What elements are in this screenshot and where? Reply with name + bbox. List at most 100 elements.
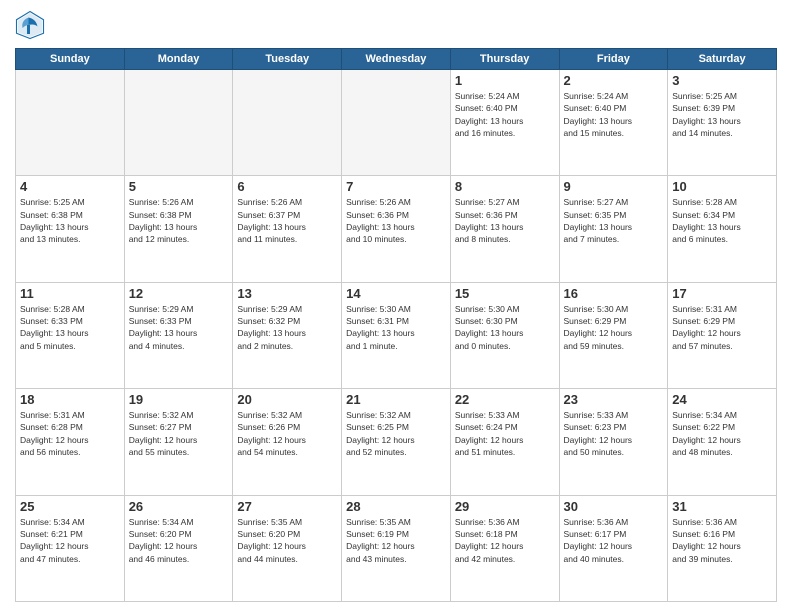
day-number: 12 bbox=[129, 286, 229, 301]
calendar-cell: 27 Sunrise: 5:35 AM Sunset: 6:20 PM Dayli… bbox=[233, 495, 342, 601]
day-info: Sunrise: 5:25 AM Sunset: 6:38 PM Dayligh… bbox=[20, 196, 120, 245]
day-header-thursday: Thursday bbox=[450, 49, 559, 70]
calendar-cell: 18 Sunrise: 5:31 AM Sunset: 6:28 PM Dayli… bbox=[16, 389, 125, 495]
header bbox=[15, 10, 777, 40]
day-number: 24 bbox=[672, 392, 772, 407]
day-number: 10 bbox=[672, 179, 772, 194]
calendar-cell: 5 Sunrise: 5:26 AM Sunset: 6:38 PM Daylig… bbox=[124, 176, 233, 282]
day-info: Sunrise: 5:35 AM Sunset: 6:19 PM Dayligh… bbox=[346, 516, 446, 565]
day-info: Sunrise: 5:32 AM Sunset: 6:26 PM Dayligh… bbox=[237, 409, 337, 458]
day-number: 28 bbox=[346, 499, 446, 514]
day-number: 20 bbox=[237, 392, 337, 407]
calendar-cell: 19 Sunrise: 5:32 AM Sunset: 6:27 PM Dayli… bbox=[124, 389, 233, 495]
day-info: Sunrise: 5:32 AM Sunset: 6:27 PM Dayligh… bbox=[129, 409, 229, 458]
day-info: Sunrise: 5:27 AM Sunset: 6:36 PM Dayligh… bbox=[455, 196, 555, 245]
day-number: 7 bbox=[346, 179, 446, 194]
day-info: Sunrise: 5:36 AM Sunset: 6:16 PM Dayligh… bbox=[672, 516, 772, 565]
day-info: Sunrise: 5:34 AM Sunset: 6:20 PM Dayligh… bbox=[129, 516, 229, 565]
calendar-cell: 14Sunrise: 5:30 AM Sunset: 6:31 PM Dayli… bbox=[342, 282, 451, 388]
calendar-cell: 16Sunrise: 5:30 AM Sunset: 6:29 PM Dayli… bbox=[559, 282, 668, 388]
calendar-cell: 12 Sunrise: 5:29 AM Sunset: 6:33 PM Dayli… bbox=[124, 282, 233, 388]
week-row-3: 18 Sunrise: 5:31 AM Sunset: 6:28 PM Dayli… bbox=[16, 389, 777, 495]
logo-icon bbox=[15, 10, 45, 40]
calendar-cell: 20 Sunrise: 5:32 AM Sunset: 6:26 PM Dayli… bbox=[233, 389, 342, 495]
calendar-table: SundayMondayTuesdayWednesdayThursdayFrid… bbox=[15, 48, 777, 602]
day-number: 17 bbox=[672, 286, 772, 301]
day-info: Sunrise: 5:24 AM Sunset: 6:40 PM Dayligh… bbox=[564, 90, 664, 139]
day-number: 13 bbox=[237, 286, 337, 301]
day-number: 30 bbox=[564, 499, 664, 514]
calendar-cell: 21Sunrise: 5:32 AM Sunset: 6:25 PM Dayli… bbox=[342, 389, 451, 495]
day-info: Sunrise: 5:28 AM Sunset: 6:33 PM Dayligh… bbox=[20, 303, 120, 352]
calendar-cell: 23 Sunrise: 5:33 AM Sunset: 6:23 PM Dayli… bbox=[559, 389, 668, 495]
day-header-saturday: Saturday bbox=[668, 49, 777, 70]
day-number: 19 bbox=[129, 392, 229, 407]
calendar-cell: 7 Sunrise: 5:26 AM Sunset: 6:36 PM Daylig… bbox=[342, 176, 451, 282]
day-number: 11 bbox=[20, 286, 120, 301]
day-number: 25 bbox=[20, 499, 120, 514]
week-row-1: 4 Sunrise: 5:25 AM Sunset: 6:38 PM Daylig… bbox=[16, 176, 777, 282]
calendar-cell bbox=[124, 70, 233, 176]
calendar-cell: 17 Sunrise: 5:31 AM Sunset: 6:29 PM Dayli… bbox=[668, 282, 777, 388]
day-info: Sunrise: 5:33 AM Sunset: 6:24 PM Dayligh… bbox=[455, 409, 555, 458]
day-number: 1 bbox=[455, 73, 555, 88]
calendar-cell: 9Sunrise: 5:27 AM Sunset: 6:35 PM Daylig… bbox=[559, 176, 668, 282]
calendar-cell: 24 Sunrise: 5:34 AM Sunset: 6:22 PM Dayli… bbox=[668, 389, 777, 495]
day-number: 5 bbox=[129, 179, 229, 194]
day-number: 29 bbox=[455, 499, 555, 514]
day-number: 16 bbox=[564, 286, 664, 301]
day-info: Sunrise: 5:25 AM Sunset: 6:39 PM Dayligh… bbox=[672, 90, 772, 139]
day-info: Sunrise: 5:28 AM Sunset: 6:34 PM Dayligh… bbox=[672, 196, 772, 245]
day-header-monday: Monday bbox=[124, 49, 233, 70]
calendar-header-row: SundayMondayTuesdayWednesdayThursdayFrid… bbox=[16, 49, 777, 70]
day-number: 26 bbox=[129, 499, 229, 514]
day-info: Sunrise: 5:29 AM Sunset: 6:33 PM Dayligh… bbox=[129, 303, 229, 352]
day-number: 4 bbox=[20, 179, 120, 194]
day-info: Sunrise: 5:32 AM Sunset: 6:25 PM Dayligh… bbox=[346, 409, 446, 458]
calendar-cell: 6Sunrise: 5:26 AM Sunset: 6:37 PM Daylig… bbox=[233, 176, 342, 282]
day-number: 27 bbox=[237, 499, 337, 514]
day-number: 22 bbox=[455, 392, 555, 407]
day-info: Sunrise: 5:26 AM Sunset: 6:38 PM Dayligh… bbox=[129, 196, 229, 245]
day-info: Sunrise: 5:36 AM Sunset: 6:17 PM Dayligh… bbox=[564, 516, 664, 565]
day-info: Sunrise: 5:30 AM Sunset: 6:31 PM Dayligh… bbox=[346, 303, 446, 352]
page: SundayMondayTuesdayWednesdayThursdayFrid… bbox=[0, 0, 792, 612]
day-header-friday: Friday bbox=[559, 49, 668, 70]
day-info: Sunrise: 5:29 AM Sunset: 6:32 PM Dayligh… bbox=[237, 303, 337, 352]
day-number: 15 bbox=[455, 286, 555, 301]
week-row-4: 25Sunrise: 5:34 AM Sunset: 6:21 PM Dayli… bbox=[16, 495, 777, 601]
day-number: 18 bbox=[20, 392, 120, 407]
logo bbox=[15, 10, 49, 40]
day-info: Sunrise: 5:36 AM Sunset: 6:18 PM Dayligh… bbox=[455, 516, 555, 565]
calendar-cell: 11 Sunrise: 5:28 AM Sunset: 6:33 PM Dayli… bbox=[16, 282, 125, 388]
day-number: 31 bbox=[672, 499, 772, 514]
calendar-cell bbox=[16, 70, 125, 176]
day-info: Sunrise: 5:27 AM Sunset: 6:35 PM Dayligh… bbox=[564, 196, 664, 245]
calendar-cell: 2Sunrise: 5:24 AM Sunset: 6:40 PM Daylig… bbox=[559, 70, 668, 176]
calendar-cell: 15Sunrise: 5:30 AM Sunset: 6:30 PM Dayli… bbox=[450, 282, 559, 388]
calendar-cell bbox=[233, 70, 342, 176]
week-row-2: 11 Sunrise: 5:28 AM Sunset: 6:33 PM Dayli… bbox=[16, 282, 777, 388]
calendar-cell: 29 Sunrise: 5:36 AM Sunset: 6:18 PM Dayli… bbox=[450, 495, 559, 601]
day-header-tuesday: Tuesday bbox=[233, 49, 342, 70]
day-number: 3 bbox=[672, 73, 772, 88]
day-info: Sunrise: 5:31 AM Sunset: 6:29 PM Dayligh… bbox=[672, 303, 772, 352]
day-info: Sunrise: 5:26 AM Sunset: 6:36 PM Dayligh… bbox=[346, 196, 446, 245]
calendar-cell: 10 Sunrise: 5:28 AM Sunset: 6:34 PM Dayli… bbox=[668, 176, 777, 282]
calendar-cell: 1 Sunrise: 5:24 AM Sunset: 6:40 PM Daylig… bbox=[450, 70, 559, 176]
calendar-cell: 26 Sunrise: 5:34 AM Sunset: 6:20 PM Dayli… bbox=[124, 495, 233, 601]
day-info: Sunrise: 5:35 AM Sunset: 6:20 PM Dayligh… bbox=[237, 516, 337, 565]
calendar-cell: 22 Sunrise: 5:33 AM Sunset: 6:24 PM Dayli… bbox=[450, 389, 559, 495]
day-number: 23 bbox=[564, 392, 664, 407]
day-info: Sunrise: 5:34 AM Sunset: 6:22 PM Dayligh… bbox=[672, 409, 772, 458]
calendar-cell: 4 Sunrise: 5:25 AM Sunset: 6:38 PM Daylig… bbox=[16, 176, 125, 282]
day-number: 8 bbox=[455, 179, 555, 194]
calendar-cell: 25Sunrise: 5:34 AM Sunset: 6:21 PM Dayli… bbox=[16, 495, 125, 601]
day-info: Sunrise: 5:33 AM Sunset: 6:23 PM Dayligh… bbox=[564, 409, 664, 458]
calendar-cell: 8 Sunrise: 5:27 AM Sunset: 6:36 PM Daylig… bbox=[450, 176, 559, 282]
day-header-wednesday: Wednesday bbox=[342, 49, 451, 70]
day-info: Sunrise: 5:24 AM Sunset: 6:40 PM Dayligh… bbox=[455, 90, 555, 139]
calendar-cell: 3 Sunrise: 5:25 AM Sunset: 6:39 PM Daylig… bbox=[668, 70, 777, 176]
calendar-cell bbox=[342, 70, 451, 176]
day-info: Sunrise: 5:31 AM Sunset: 6:28 PM Dayligh… bbox=[20, 409, 120, 458]
